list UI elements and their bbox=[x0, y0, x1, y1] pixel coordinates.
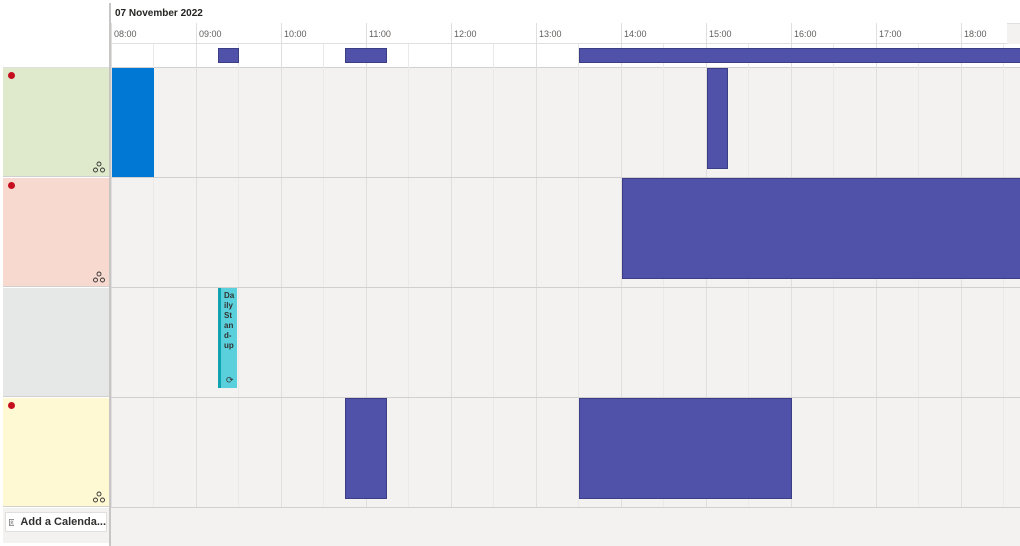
busy-block[interactable] bbox=[345, 398, 387, 499]
half-hour-gridline bbox=[493, 44, 494, 546]
busy-block[interactable] bbox=[622, 178, 1020, 279]
summary-busy-block[interactable] bbox=[345, 48, 387, 63]
half-hour-gridline bbox=[323, 44, 324, 546]
hour-label: 09:00 bbox=[199, 29, 222, 39]
hour-label: 13:00 bbox=[539, 29, 562, 39]
half-hour-gridline bbox=[918, 44, 919, 546]
hour-gridline bbox=[961, 23, 962, 546]
calendar-row-2[interactable] bbox=[3, 178, 109, 287]
hour-gridline bbox=[876, 23, 877, 546]
half-hour-gridline bbox=[238, 44, 239, 546]
share-icon bbox=[93, 161, 105, 173]
hour-label: 12:00 bbox=[454, 29, 477, 39]
calendar-row-3[interactable] bbox=[3, 288, 109, 397]
hour-label: 10:00 bbox=[284, 29, 307, 39]
timeline-grid: 07 November 2022 08:00 09:00 10:00 11:00… bbox=[109, 3, 1020, 546]
half-hour-gridline bbox=[833, 44, 834, 546]
hour-gridline bbox=[536, 23, 537, 546]
alert-dot bbox=[8, 182, 15, 189]
recurring-icon: ⟳ bbox=[226, 375, 234, 385]
hour-label: 08:00 bbox=[114, 29, 137, 39]
busy-block[interactable] bbox=[579, 398, 792, 499]
hour-label: 18:00 bbox=[964, 29, 987, 39]
alert-dot bbox=[8, 72, 15, 79]
calendar-row-1[interactable] bbox=[3, 68, 109, 177]
busy-block[interactable] bbox=[707, 68, 728, 169]
add-calendar-label: Add a Calenda... bbox=[20, 516, 106, 528]
calendar-row-4[interactable] bbox=[3, 398, 109, 507]
row-separator bbox=[111, 397, 1020, 398]
summary-busy-block[interactable] bbox=[579, 48, 1020, 63]
hour-label: 14:00 bbox=[624, 29, 647, 39]
date-label: 07 November 2022 bbox=[115, 8, 203, 19]
header-corner bbox=[3, 3, 109, 68]
add-calendar-area: Add a Calenda... bbox=[3, 508, 110, 543]
hour-label: 17:00 bbox=[879, 29, 902, 39]
half-hour-gridline bbox=[408, 44, 409, 546]
hour-label: 15:00 bbox=[709, 29, 732, 39]
daily-standup-event[interactable]: Daily Stand-up ⟳ bbox=[218, 288, 237, 388]
hour-label: 11:00 bbox=[369, 29, 391, 39]
hour-gridline bbox=[281, 23, 282, 546]
add-calendar-button[interactable]: Add a Calenda... bbox=[5, 512, 107, 532]
busy-block-selected[interactable] bbox=[112, 68, 154, 177]
row-separator bbox=[111, 287, 1020, 288]
calendar-person-icon bbox=[9, 518, 15, 526]
hour-gridline bbox=[451, 23, 452, 546]
share-icon bbox=[93, 271, 105, 283]
date-header: 07 November 2022 bbox=[111, 3, 1020, 24]
hour-label: 16:00 bbox=[794, 29, 817, 39]
hour-gridline bbox=[196, 23, 197, 546]
alert-dot bbox=[8, 402, 15, 409]
add-calendar-row bbox=[111, 508, 1020, 546]
half-hour-gridline bbox=[1003, 44, 1004, 546]
share-icon bbox=[93, 491, 105, 503]
event-title: Daily Stand-up bbox=[224, 291, 235, 350]
calendar-list: Add a Calenda... bbox=[3, 3, 110, 546]
scheduling-assistant: Add a Calenda... 07 November 2022 08:00 … bbox=[3, 3, 1020, 546]
summary-busy-block[interactable] bbox=[218, 48, 239, 63]
hour-header: 08:00 09:00 10:00 11:00 12:00 13:00 14:0… bbox=[111, 23, 1007, 44]
